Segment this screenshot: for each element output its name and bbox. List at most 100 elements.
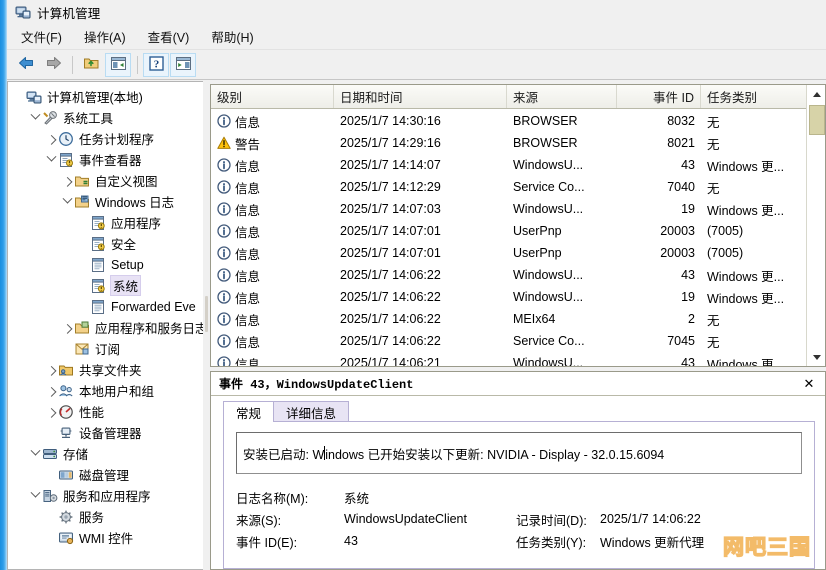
tree-item-7[interactable]: 安全 <box>8 233 203 254</box>
scrollbar-thumb[interactable] <box>809 105 825 135</box>
table-row[interactable]: 信息 2025/1/7 14:30:16 BROWSER 8032 无 <box>211 110 807 132</box>
tree-item-17[interactable]: 存储 <box>8 443 203 464</box>
menu-view[interactable]: 查看(V) <box>148 27 190 46</box>
table-row[interactable]: 信息 2025/1/7 14:06:22 MEIx64 2 无 <box>211 308 807 330</box>
toolbar-show-pane-button[interactable] <box>105 52 131 77</box>
services-apps-icon <box>42 488 58 504</box>
tree-item-1[interactable]: 系统工具 <box>8 107 203 128</box>
menu-file[interactable]: 文件(F) <box>21 27 62 46</box>
tree-item-label: Forwarded Eve <box>111 299 196 314</box>
col-event-id-header[interactable]: 事件 ID <box>617 85 701 108</box>
col-task-cat-cell: 无 <box>701 134 807 153</box>
chevron-right-icon[interactable] <box>44 128 58 149</box>
table-row[interactable]: 信息 2025/1/7 14:14:07 WindowsU... 43 Windows … <box>211 154 807 176</box>
col-level-header[interactable]: 级别 <box>211 85 334 108</box>
scroll-up-button[interactable] <box>807 85 825 103</box>
tree-item-4[interactable]: 自定义视图 <box>8 170 203 191</box>
chevron-right-icon[interactable] <box>60 317 74 338</box>
information-icon <box>217 246 231 260</box>
tree-item-2[interactable]: 任务计划程序 <box>8 128 203 149</box>
tree-item-label: 磁盘管理 <box>79 469 130 483</box>
col-task-cat-text: Windows 更... <box>707 357 785 367</box>
log-system-icon <box>90 278 106 294</box>
table-row[interactable]: 信息 2025/1/7 14:06:22 WindowsU... 43 Windows … <box>211 264 807 286</box>
table-row[interactable]: 信息 2025/1/7 14:12:29 Service Co... 7040 无 <box>211 176 807 198</box>
col-task-cat-cell: Windows 更... <box>701 200 807 219</box>
toolbar-up-folder-button[interactable] <box>78 53 104 77</box>
col-event-id-text: 8021 <box>667 136 695 150</box>
col-task-cat-cell: Windows 更... <box>701 354 807 367</box>
table-row[interactable]: 信息 2025/1/7 14:07:01 UserPnp 20003 (7005) <box>211 242 807 264</box>
tree-item-10[interactable]: Forwarded Eve <box>8 296 203 317</box>
chevron-right-icon[interactable] <box>60 170 74 191</box>
col-source-text: UserPnp <box>513 224 562 238</box>
console-tree[interactable]: 计算机管理(本地) 系统工具 任务计划程序 事件查看器 自定义视图 Windows 日志应… <box>7 81 203 570</box>
scroll-down-button[interactable] <box>807 348 825 366</box>
table-row[interactable]: 信息 2025/1/7 14:07:03 WindowsU... 19 Windows … <box>211 198 807 220</box>
chevron-right-icon[interactable] <box>44 359 58 380</box>
tree-item-15[interactable]: 性能 <box>8 401 203 422</box>
event-list-scrollbar[interactable] <box>806 85 825 366</box>
tree-item-13[interactable]: 共享文件夹 <box>8 359 203 380</box>
col-task-cat-header[interactable]: 任务类别 <box>701 85 807 108</box>
tree-item-label: 设备管理器 <box>79 427 142 441</box>
tree-item-14[interactable]: 本地用户和组 <box>8 380 203 401</box>
tree-item-9[interactable]: 系统 <box>8 275 203 296</box>
chevron-down-icon[interactable] <box>28 485 42 506</box>
tree-item-20[interactable]: 服务 <box>8 506 203 527</box>
chevron-down-icon[interactable] <box>60 191 74 212</box>
col-task-cat-text: Windows 更... <box>707 159 785 174</box>
tab-details[interactable]: 详细信息 <box>273 401 350 422</box>
tab-details-label: 详细信息 <box>286 406 337 421</box>
tree-item-18[interactable]: 磁盘管理 <box>8 464 203 485</box>
tree-item-19[interactable]: 服务和应用程序 <box>8 485 203 506</box>
table-row[interactable]: 信息 2025/1/7 14:06:21 WindowsU... 43 Windows … <box>211 352 807 367</box>
close-icon[interactable]: ✕ <box>801 376 817 392</box>
tab-general[interactable]: 常规 <box>223 401 275 422</box>
event-list-body[interactable]: 信息 2025/1/7 14:30:16 BROWSER 8032 无警告 2025/1/… <box>211 110 807 367</box>
toolbar-separator-2 <box>137 55 138 74</box>
tree-item-12[interactable]: 订阅 <box>8 338 203 359</box>
toolbar-help-button[interactable]: ? <box>143 52 169 77</box>
col-source-text: Service Co... <box>513 180 585 194</box>
toolbar-back-button[interactable] <box>13 53 39 77</box>
chevron-down-icon[interactable] <box>44 149 58 170</box>
event-list-panel[interactable]: 级别 日期和时间 来源 事件 ID 任务类别 信息 2025/1/7 14:30:16 BR… <box>210 84 826 367</box>
tree-item-0[interactable]: 计算机管理(本地) <box>8 86 203 107</box>
menu-action[interactable]: 操作(A) <box>84 27 126 46</box>
tree-item-8[interactable]: Setup <box>8 254 203 275</box>
event-message-box[interactable]: 安装已启动: Windows 已开始安装以下更新: NVIDIA - Displ… <box>236 432 802 474</box>
col-datetime-cell: 2025/1/7 14:06:22 <box>334 312 507 326</box>
tree-item-5[interactable]: Windows 日志 <box>8 191 203 212</box>
col-datetime-header[interactable]: 日期和时间 <box>334 85 507 108</box>
toolbar-separator-1 <box>72 55 73 74</box>
tree-item-16[interactable]: 设备管理器 <box>8 422 203 443</box>
tree-item-21[interactable]: WMI 控件 <box>8 527 203 548</box>
menu-help[interactable]: 帮助(H) <box>211 27 253 46</box>
toolbar-forward-button[interactable] <box>40 53 66 77</box>
table-row[interactable]: 警告 2025/1/7 14:29:16 BROWSER 8021 无 <box>211 132 807 154</box>
tree-item-6[interactable]: 应用程序 <box>8 212 203 233</box>
col-level-cell: 信息 <box>211 310 334 329</box>
table-row[interactable]: 信息 2025/1/7 14:06:22 WindowsU... 19 Windows … <box>211 286 807 308</box>
col-event-id-text: 7040 <box>667 180 695 194</box>
col-source-cell: WindowsU... <box>507 356 617 366</box>
event-detail-header: 事件 43，WindowsUpdateClient ✕ <box>211 372 825 396</box>
col-datetime-text: 2025/1/7 14:14:07 <box>340 158 441 172</box>
tree-item-3[interactable]: 事件查看器 <box>8 149 203 170</box>
col-level-text: 信息 <box>235 269 261 284</box>
tree-item-11[interactable]: 应用程序和服务日志 <box>8 317 203 338</box>
logged-label: 记录时间(D): <box>516 513 587 528</box>
vertical-splitter[interactable] <box>203 81 210 570</box>
col-task-cat-cell: 无 <box>701 178 807 197</box>
col-datetime-cell: 2025/1/7 14:07:03 <box>334 202 507 216</box>
col-source-header[interactable]: 来源 <box>507 85 617 108</box>
chevron-right-icon[interactable] <box>44 401 58 422</box>
chevron-right-icon[interactable] <box>44 380 58 401</box>
chevron-down-icon[interactable] <box>28 107 42 128</box>
chevron-down-icon[interactable] <box>28 443 42 464</box>
col-datetime-text: 2025/1/7 14:06:22 <box>340 268 441 282</box>
table-row[interactable]: 信息 2025/1/7 14:07:01 UserPnp 20003 (7005) <box>211 220 807 242</box>
table-row[interactable]: 信息 2025/1/7 14:06:22 Service Co... 7045 无 <box>211 330 807 352</box>
toolbar-action-pane-button[interactable] <box>170 52 196 77</box>
